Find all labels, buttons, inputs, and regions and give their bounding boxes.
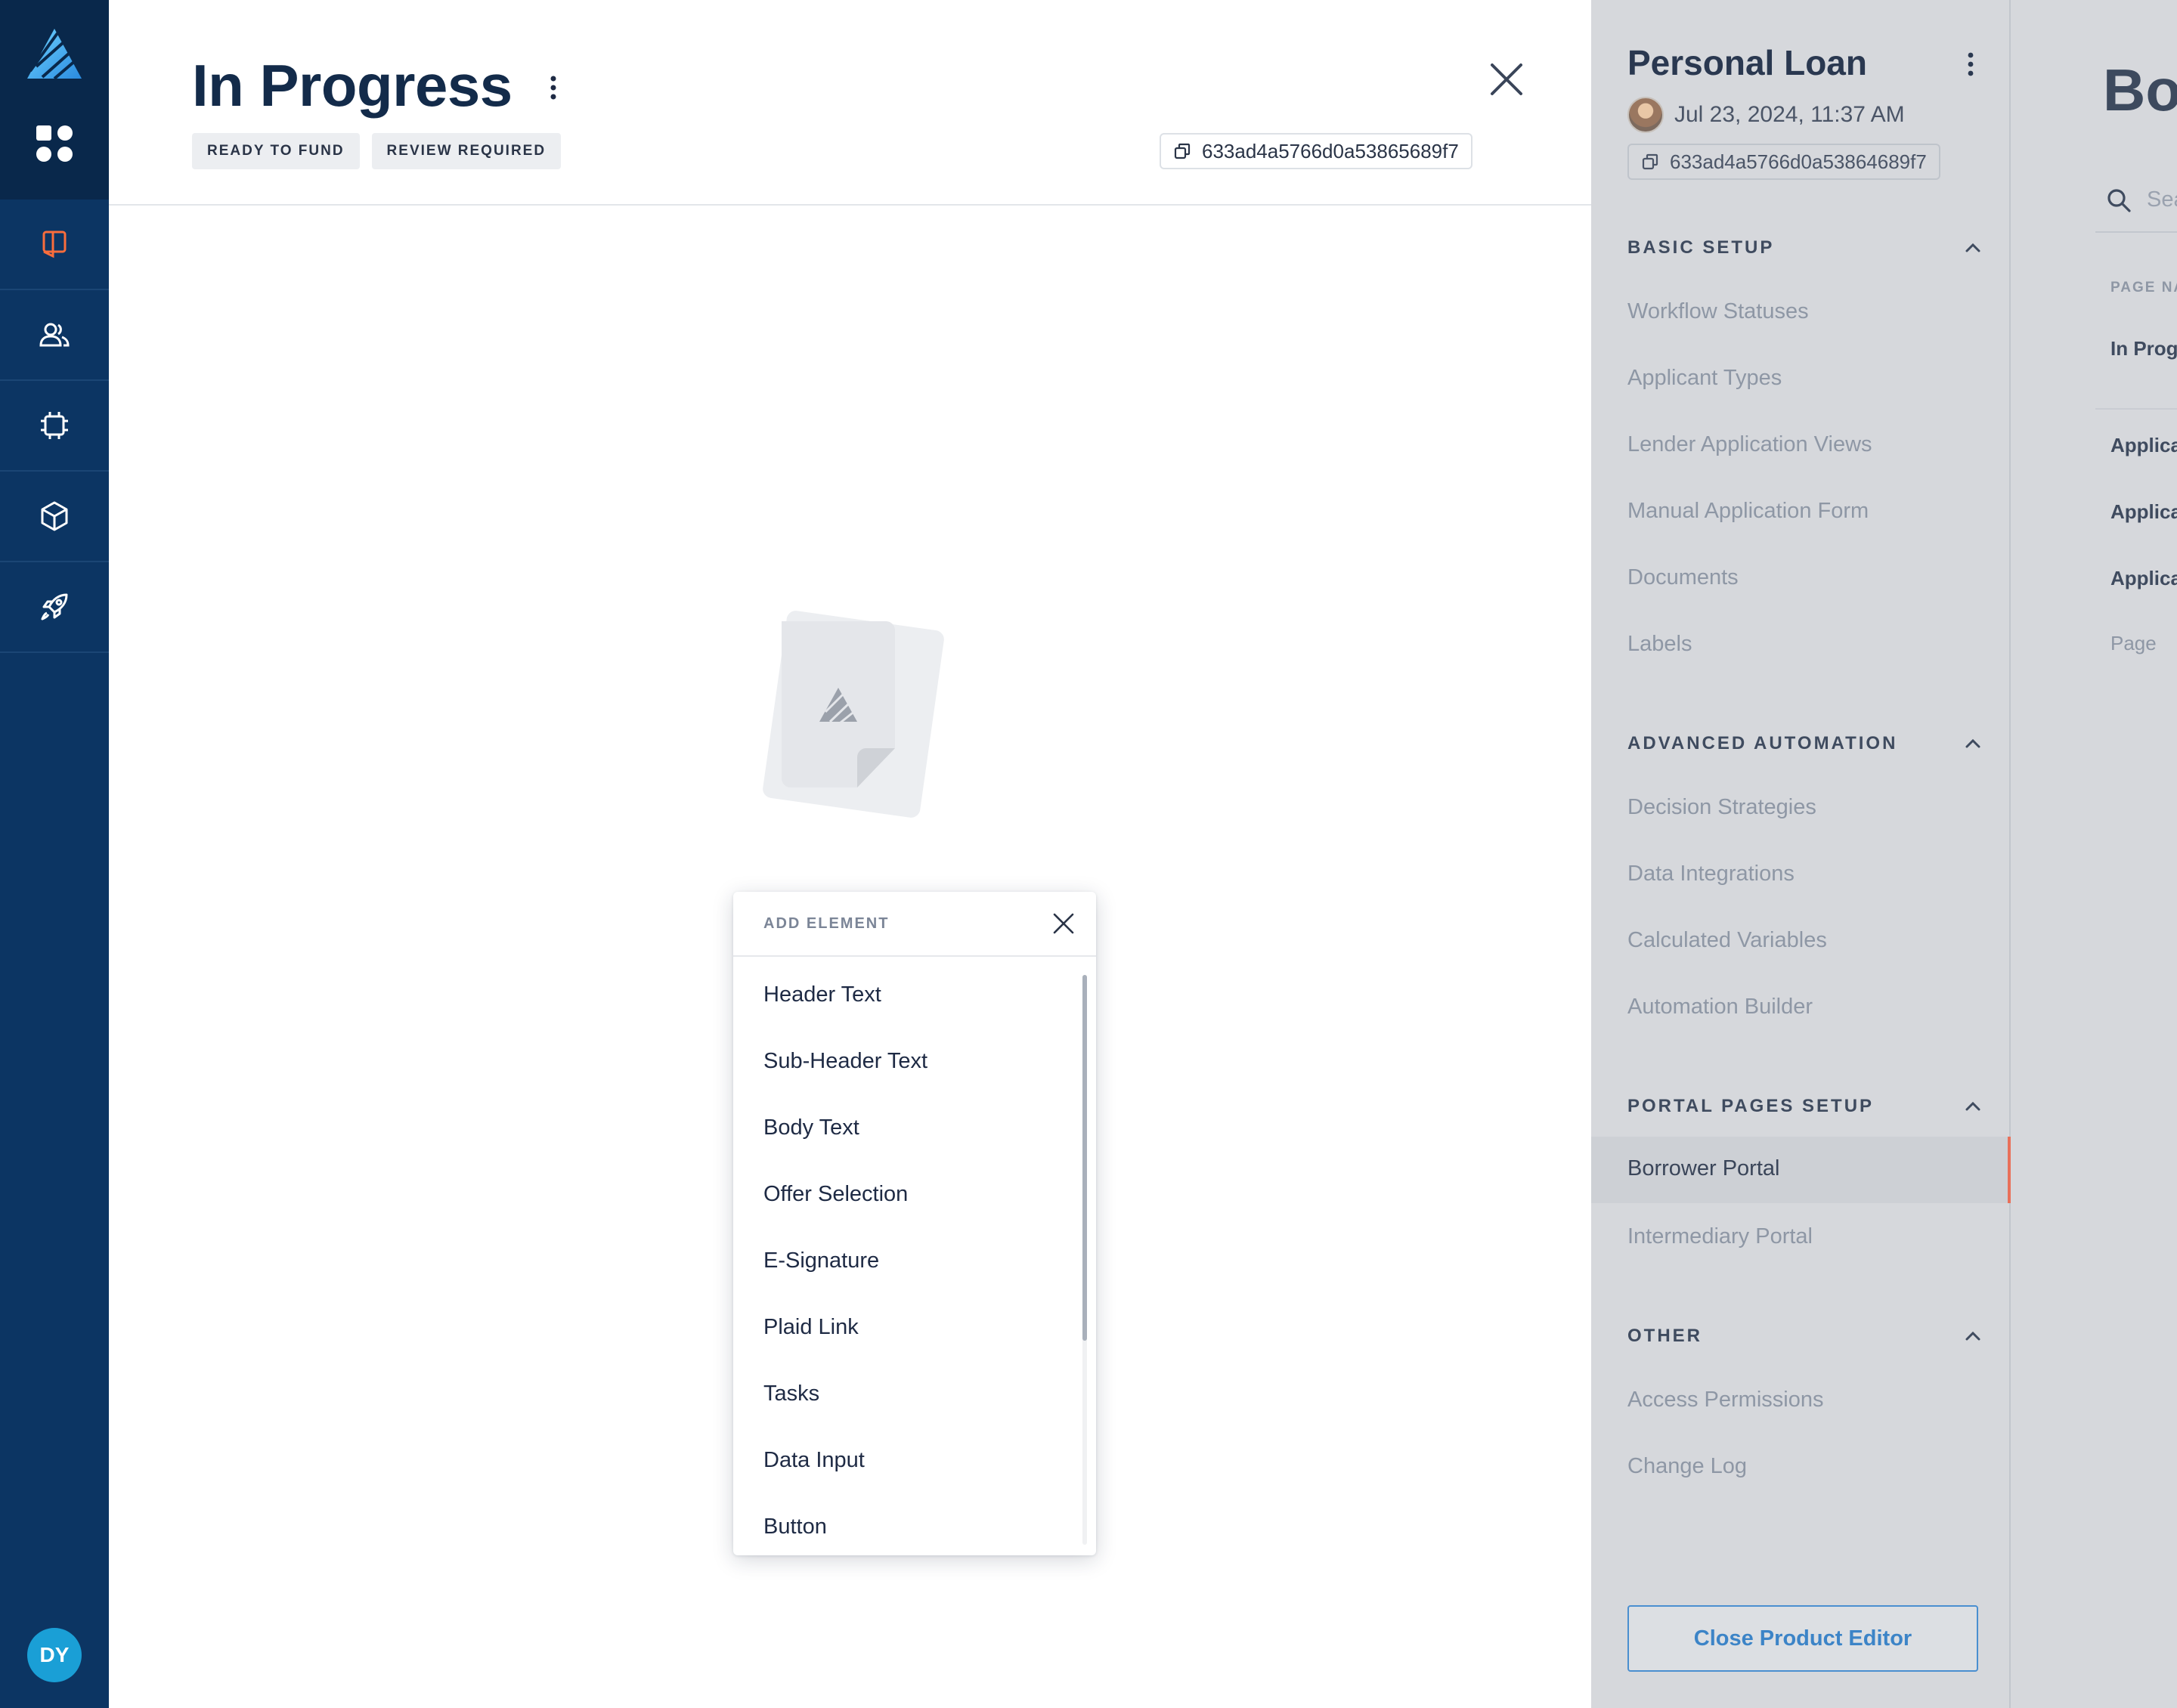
nav-link[interactable]: Intermediary Portal [1627, 1224, 1813, 1249]
nav-link-active[interactable]: Borrower Portal [1591, 1137, 2011, 1203]
product-date: Jul 23, 2024, 11:37 AM [1674, 102, 1905, 127]
product-id-chip[interactable]: 633ad4a5766d0a53864689f7 [1627, 144, 1940, 180]
section-advanced-automation[interactable]: ADVANCED AUTOMATION [1627, 733, 1983, 754]
chevron-up-icon [1965, 243, 1980, 252]
table-row[interactable]: Applica [2110, 500, 2177, 524]
section-other[interactable]: OTHER [1627, 1326, 1983, 1347]
nav-link[interactable]: Lender Application Views [1627, 432, 1872, 457]
user-avatar[interactable]: DY [27, 1628, 82, 1682]
nav-link[interactable]: Calculated Variables [1627, 928, 1827, 953]
status-tag: REVIEW REQUIRED [371, 133, 562, 169]
rail-item-cube[interactable] [0, 472, 109, 562]
portal-page-editor: In Progress READY TO FUND REVIEW REQUIRE… [109, 0, 1591, 1708]
scrollbar-thumb[interactable] [1082, 975, 1087, 1341]
table-row[interactable]: In Prog [2110, 337, 2177, 360]
column-header: PAGE NA [2110, 280, 2177, 295]
element-option[interactable]: Tasks [733, 1360, 1096, 1427]
nav-link[interactable]: Access Permissions [1627, 1388, 1823, 1413]
rocket-icon [41, 593, 68, 620]
product-meta: Jul 23, 2024, 11:37 AM [1627, 97, 1905, 133]
status-tags: READY TO FUND REVIEW REQUIRED [192, 133, 562, 169]
element-option[interactable]: Header Text [733, 961, 1096, 1028]
search-input[interactable]: Sea [2147, 187, 2177, 212]
element-option[interactable]: Data Input [733, 1427, 1096, 1493]
row-divider [2095, 408, 2177, 410]
product-id: 633ad4a5766d0a53864689f7 [1670, 150, 1927, 173]
product-editor-overlay: Personal Loan Jul 23, 2024, 11:37 AM 633… [1591, 0, 2177, 1708]
search-underline [2095, 231, 2177, 233]
copy-icon [1642, 153, 1658, 170]
chevron-up-icon [1965, 738, 1980, 748]
section-title: PORTAL PAGES SETUP [1627, 1096, 1875, 1116]
page-header: In Progress READY TO FUND REVIEW REQUIRE… [109, 0, 1591, 206]
nav-link[interactable]: Data Integrations [1627, 862, 1795, 886]
panel-title: Bo [2103, 57, 2177, 123]
element-option[interactable]: Body Text [733, 1094, 1096, 1161]
rail-item-rocket[interactable] [0, 562, 109, 653]
chevron-up-icon [1965, 1101, 1980, 1111]
section-basic-setup[interactable]: BASIC SETUP [1627, 237, 1983, 258]
apps-icon[interactable] [35, 124, 74, 163]
nav-link-label: Borrower Portal [1627, 1156, 1780, 1180]
people-icon [39, 323, 70, 347]
nav-link[interactable]: Manual Application Form [1627, 499, 1869, 524]
author-avatar [1627, 97, 1664, 133]
element-option[interactable]: Plaid Link [733, 1294, 1096, 1360]
scrollbar[interactable] [1082, 975, 1087, 1545]
copy-icon [1174, 143, 1191, 159]
page-id-chip[interactable]: 633ad4a5766d0a53865689f7 [1160, 133, 1472, 169]
pagination-label: Page [2110, 632, 2157, 654]
nav-rail: DY [0, 0, 109, 1708]
nav-link[interactable]: Workflow Statuses [1627, 299, 1809, 324]
status-tag: READY TO FUND [192, 133, 360, 169]
close-icon[interactable] [1052, 912, 1075, 935]
chip-icon [41, 412, 68, 439]
element-option[interactable]: E-Signature [733, 1227, 1096, 1294]
more-options-icon[interactable] [1963, 50, 1978, 79]
cube-icon [41, 501, 68, 531]
section-title: BASIC SETUP [1627, 237, 1775, 258]
nav-link[interactable]: Decision Strategies [1627, 795, 1816, 820]
section-title: ADVANCED AUTOMATION [1627, 733, 1898, 753]
product-editor-sidebar: Personal Loan Jul 23, 2024, 11:37 AM 633… [1591, 0, 2011, 1708]
element-option[interactable]: Sub-Header Text [733, 1028, 1096, 1094]
empty-page-illustration [763, 611, 944, 818]
book-icon [42, 231, 67, 258]
table-row[interactable]: Applica [2110, 434, 2177, 457]
section-title: OTHER [1627, 1326, 1702, 1346]
close-icon[interactable] [1489, 62, 1524, 97]
nav-link[interactable]: Applicant Types [1627, 366, 1782, 391]
section-portal-pages-setup[interactable]: PORTAL PAGES SETUP [1627, 1096, 1983, 1117]
more-options-icon[interactable] [546, 73, 561, 103]
logo-icon[interactable] [26, 27, 83, 80]
nav-link[interactable]: Documents [1627, 565, 1739, 590]
nav-link[interactable]: Labels [1627, 632, 1692, 657]
rail-item-chip[interactable] [0, 381, 109, 472]
product-title: Personal Loan [1627, 43, 1867, 82]
nav-link[interactable]: Automation Builder [1627, 995, 1813, 1020]
rail-item-book[interactable] [0, 200, 109, 290]
page-title: In Progress [192, 52, 513, 119]
rail-item-people[interactable] [0, 290, 109, 381]
nav-link[interactable]: Change Log [1627, 1454, 1747, 1479]
table-row[interactable]: Applica [2110, 567, 2177, 590]
page-id: 633ad4a5766d0a53865689f7 [1202, 139, 1459, 162]
borrower-portal-panel: Bo Sea PAGE NA In Prog Applica Applica A… [2012, 0, 2177, 1708]
rail-header [0, 0, 109, 200]
dropdown-title: ADD ELEMENT [763, 914, 890, 932]
chevron-up-icon [1965, 1331, 1980, 1341]
element-option[interactable]: Offer Selection [733, 1161, 1096, 1227]
close-product-editor-button[interactable]: Close Product Editor [1627, 1605, 1978, 1672]
element-list: Header Text Sub-Header Text Body Text Of… [733, 957, 1096, 1555]
search-icon [2107, 189, 2131, 212]
add-element-dropdown: ADD ELEMENT Header Text Sub-Header Text … [733, 892, 1096, 1555]
element-option[interactable]: Button [733, 1493, 1096, 1555]
dropdown-header: ADD ELEMENT [733, 892, 1096, 957]
